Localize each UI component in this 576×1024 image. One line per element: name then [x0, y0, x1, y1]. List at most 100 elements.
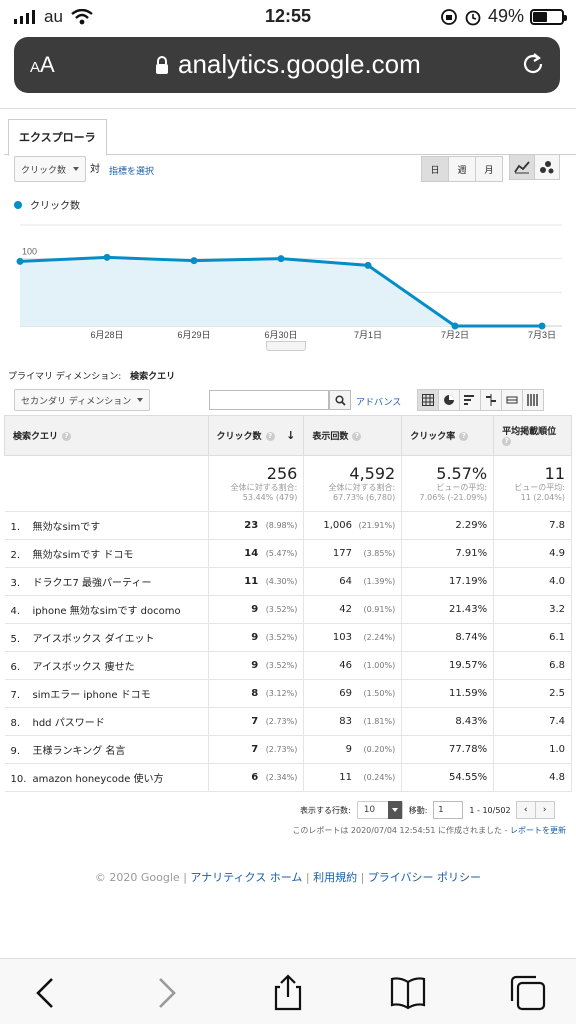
secondary-dimension-select[interactable]: セカンダリ ディメンション — [14, 389, 150, 411]
position-cell: 1.0 — [493, 735, 572, 764]
query-cell: 1. 無効なsimです — [4, 511, 209, 540]
rows-select[interactable]: 10 — [356, 801, 403, 819]
table-row: 2. 無効なsimです ドコモ 14 (5.47%) 177 (3.85%) 7.91%… — [4, 539, 572, 568]
tab-bar: エクスプローラ — [4, 119, 576, 156]
columns-icon — [527, 394, 538, 406]
position-cell: 3.2 — [493, 595, 572, 624]
primary-dimension-value[interactable]: 検索クエリ — [130, 372, 175, 382]
bookmarks-icon[interactable] — [388, 973, 428, 1013]
data-point[interactable] — [364, 261, 372, 269]
footer-link-privacy[interactable]: プライバシー ポリシー — [368, 871, 481, 884]
address-bar[interactable]: AA analytics.google.com — [14, 37, 560, 93]
col-clicks-header[interactable]: クリック数? ↓ — [207, 415, 305, 456]
view-performance-button[interactable] — [459, 389, 481, 411]
motion-chart-button[interactable] — [534, 154, 560, 180]
refresh-report-link[interactable]: レポートを更新 — [510, 826, 566, 835]
query-link[interactable]: amazon honeycode 使い方 — [33, 774, 164, 785]
battery-percent: 49% — [487, 6, 524, 26]
period-month-button[interactable]: 月 — [475, 156, 503, 182]
clicks-cell: 9 (3.52%) — [208, 623, 305, 652]
data-point[interactable] — [277, 255, 285, 263]
view-table-button[interactable] — [417, 389, 439, 411]
choose-metric-link[interactable]: 指標を選択 — [109, 164, 154, 177]
view-term-cloud-button[interactable] — [501, 389, 523, 411]
data-point[interactable] — [16, 257, 24, 265]
search-icon — [334, 394, 346, 406]
data-point[interactable] — [451, 322, 459, 330]
position-cell: 2.5 — [493, 679, 572, 708]
query-link[interactable]: 無効なsimです ドコモ — [33, 550, 134, 561]
query-link[interactable]: アイスボックス ダイエット — [33, 634, 155, 645]
table-search-input[interactable] — [209, 390, 329, 410]
query-link[interactable]: 王様ランキング 名言 — [33, 746, 126, 757]
data-point[interactable] — [190, 257, 198, 265]
data-point[interactable] — [538, 322, 546, 330]
query-link[interactable]: hdd パスワード — [33, 718, 105, 729]
comparison-icon — [486, 394, 496, 406]
next-page-button[interactable]: › — [534, 801, 555, 819]
help-icon[interactable]: ? — [62, 432, 72, 441]
view-pivot-button[interactable] — [522, 389, 544, 411]
col-query-header[interactable]: 検索クエリ? — [4, 415, 209, 456]
view-pie-button[interactable] — [438, 389, 460, 411]
line-chart-button[interactable] — [509, 154, 535, 180]
legend-dot — [14, 200, 22, 209]
period-week-button[interactable]: 週 — [448, 156, 476, 182]
period-day-button[interactable]: 日 — [421, 156, 449, 182]
prev-page-button[interactable]: ‹ — [515, 801, 536, 819]
impressions-cell: 69 (1.50%) — [303, 679, 403, 708]
query-cell: 3. ドラクエ7 最強パーティー — [4, 567, 209, 596]
query-link[interactable]: ドラクエ7 最強パーティー — [33, 578, 152, 589]
back-icon[interactable] — [26, 973, 66, 1013]
query-link[interactable]: iphone 無効なsimです docomo — [33, 606, 181, 617]
tabs-icon[interactable] — [508, 973, 548, 1013]
col-position-header[interactable]: 平均掲載順位? — [493, 415, 572, 456]
metric-select[interactable]: クリック数 — [14, 156, 86, 182]
share-icon[interactable] — [268, 973, 308, 1013]
clicks-cell: 6 (2.34%) — [208, 763, 305, 792]
totals-row: 256 全体に対する割合: 53.44% (479) 4,592 全体に対する割合: 6… — [4, 455, 572, 512]
impressions-cell: 1,006 (21.91%) — [303, 511, 403, 540]
chart-legend: クリック数 — [14, 197, 80, 212]
impressions-cell: 46 (1.00%) — [303, 651, 403, 680]
pagination: 表示する行数: 10 移動: 1 1 - 10/502 ‹ › — [300, 799, 566, 821]
clicks-cell: 11 (4.30%) — [208, 567, 305, 596]
ctr-cell: 17.19% — [401, 567, 495, 596]
rows-label: 表示する行数: — [300, 805, 351, 815]
reload-icon[interactable] — [520, 51, 546, 77]
x-tick-label: 6月28日 — [90, 330, 123, 340]
status-bar: au 12:55 49% — [0, 0, 576, 34]
ctr-cell: 54.55% — [401, 763, 495, 792]
advanced-filter-link[interactable]: アドバンス — [356, 395, 401, 408]
y-tick-label: 100 — [22, 247, 37, 257]
forward-icon[interactable] — [146, 973, 186, 1013]
query-cell: 7. simエラー iphone ドコモ — [4, 679, 209, 708]
tab-explorer[interactable]: エクスプローラ — [8, 119, 107, 156]
col-ctr-header[interactable]: クリック率? — [401, 415, 495, 456]
help-icon[interactable]: ? — [459, 432, 469, 441]
query-link[interactable]: 無効なsimです — [33, 522, 101, 533]
help-icon[interactable]: ? — [265, 432, 275, 441]
help-icon[interactable]: ? — [352, 432, 362, 441]
data-point[interactable] — [103, 253, 111, 261]
search-button[interactable] — [329, 390, 351, 410]
alarm-icon — [465, 10, 481, 25]
clicks-cell: 9 (3.52%) — [208, 651, 305, 680]
view-comparison-button[interactable] — [480, 389, 502, 411]
footer-link-terms[interactable]: 利用規約 — [313, 871, 357, 884]
chart-type-buttons — [509, 154, 560, 180]
query-link[interactable]: simエラー iphone ドコモ — [33, 690, 151, 701]
reader-settings-button[interactable]: AA — [30, 52, 55, 78]
url-text: analytics.google.com — [178, 49, 421, 79]
ctr-cell: 7.91% — [401, 539, 495, 568]
pivot-icon — [506, 396, 518, 404]
goto-input[interactable]: 1 — [433, 801, 464, 819]
col-impressions-header[interactable]: 表示回数? — [303, 415, 403, 456]
table-row: 1. 無効なsimです 23 (8.98%) 1,006 (21.91%) 2.29% 7… — [4, 511, 572, 540]
footer-link-home[interactable]: アナリティクス ホーム — [190, 871, 302, 884]
chart-resize-handle[interactable] — [266, 341, 306, 351]
line-chart: 150100506月28日6月29日6月30日7月1日7月2日7月3日 — [16, 221, 562, 340]
help-icon[interactable]: ? — [502, 437, 512, 446]
query-link[interactable]: アイスボックス 痩せた — [33, 662, 135, 673]
url-display[interactable]: analytics.google.com — [154, 49, 421, 80]
